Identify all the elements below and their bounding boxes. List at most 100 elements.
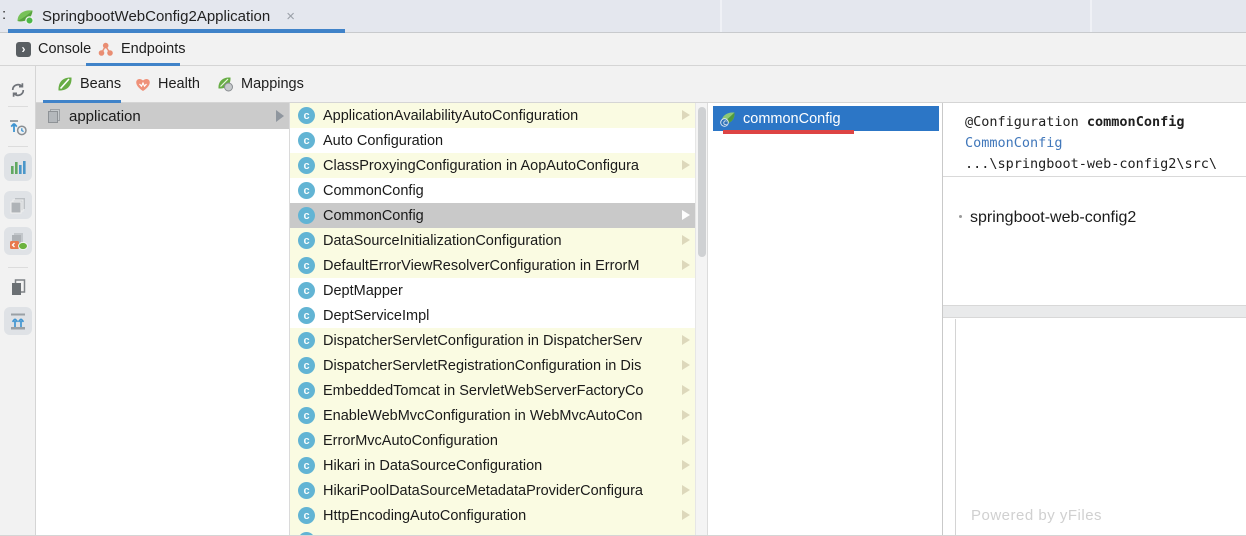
class-icon-with-spring-leaf: c [298,132,315,149]
bean-label: CommonConfig [323,208,424,224]
bean-label: DispatcherServletRegistrationConfigurati… [323,358,641,374]
update-with-timer-icon [8,117,28,137]
bean-label: DefaultErrorViewResolverConfiguration in… [323,258,639,274]
toolbar-separator [8,146,28,147]
run-view-tabs: › Console Endpoints [0,33,1246,66]
console-tab-label: Console [38,41,91,57]
class-icon: c [298,257,315,274]
bean-label: Auto Configuration [323,133,443,149]
tab-endpoints[interactable]: Endpoints [97,33,186,65]
close-icon[interactable]: × [286,8,295,25]
bean-row[interactable]: c CommonConfig [290,178,695,203]
health-heart-icon [135,77,151,92]
tabbar-separator [720,0,722,32]
bean-row[interactable]: c Auto Configuration [290,128,695,153]
chevron-right-icon [682,460,690,470]
expand-to-source-toggle-button[interactable] [4,307,32,335]
class-icon: c [298,482,315,499]
run-tab-title: SpringbootWebConfig2Application [42,8,270,25]
mappings-icon [217,76,234,92]
scrollbar-thumb[interactable] [698,107,706,257]
run-config-tab[interactable]: SpringbootWebConfig2Application × [16,0,295,32]
chevron-right-icon [682,335,690,345]
class-icon: c [298,457,315,474]
endpoint-type-tabs: Beans Health Mappings [36,66,1246,103]
bean-label: ErrorMvcAutoConfiguration [323,433,498,449]
bean-row[interactable]: c ApplicationAvailabilityAutoConfigurati… [290,103,695,128]
class-icon: c [298,182,315,199]
diagram-node-commonconfig[interactable]: c commonConfig [713,106,939,131]
mappings-tab-label: Mappings [241,76,304,92]
bean-row[interactable]: c EmbeddedTomcat in ServletWebServerFact… [290,378,695,403]
chevron-right-icon [682,110,690,120]
svg-text:c: c [723,118,728,127]
show-documents-toggle-button[interactable] [4,191,32,219]
class-icon: c [298,107,315,124]
class-icon: c [298,232,315,249]
stacked-documents-icon [9,196,27,214]
diagram-overview-pane: Powered by yFiles [943,319,1246,536]
update-running-app-button[interactable] [4,113,32,141]
contexts-tree-panel: application [36,103,290,536]
node-label: commonConfig [743,111,841,127]
bean-row[interactable]: c HttpEncodingAutoConfiguration [290,503,695,528]
bean-row[interactable]: c EnableWebMvcConfiguration in WebMvcAut… [290,403,695,428]
chevron-right-icon [682,485,690,495]
beans-diagram-canvas[interactable]: c commonConfig [707,103,942,536]
bean-row[interactable]: c DataSourceInitializationConfiguration [290,228,695,253]
run-toolwindow-tabbar: : SpringbootWebConfig2Application × [0,0,1246,33]
bean-row[interactable]: c DeptServiceImpl [290,303,695,328]
bean-list: c ApplicationAvailabilityAutoConfigurati… [290,103,695,536]
panel-splitter[interactable] [943,305,1246,318]
class-icon: c [298,357,315,374]
application-context-icon [46,108,62,124]
refresh-button[interactable] [4,76,32,104]
chevron-right-icon [682,360,690,370]
console-icon: › [16,42,31,57]
document-button[interactable] [4,273,32,301]
bean-list-scrollbar[interactable] [695,103,707,536]
spring-leaf-icon [57,76,73,92]
toolbar-separator [8,267,28,268]
source-path-text: ...\springboot-web-config2\src\ [965,156,1217,172]
bean-row[interactable]: c DispatcherServletRegistrationConfigura… [290,353,695,378]
health-tab-label: Health [158,76,200,92]
class-icon: c [298,207,315,224]
bean-label: DeptMapper [323,283,403,299]
bean-label: HikariPoolDataSourceMetadataProviderConf… [323,483,643,499]
bean-label: CommonConfig [323,183,424,199]
bar-chart-icon [10,159,26,175]
chevron-right-icon [682,235,690,245]
bean-name-text: commonConfig [1087,114,1185,130]
bean-row-selected[interactable]: c CommonConfig [290,203,695,228]
tab-health[interactable]: Health [135,66,200,102]
bean-row[interactable]: c DeptMapper [290,278,695,303]
bean-row[interactable]: c DefaultErrorViewResolverConfiguration … [290,253,695,278]
bean-row[interactable]: c ClassProxyingConfiguration in AopAutoC… [290,153,695,178]
module-row: springboot-web-config2 [959,209,1136,227]
chevron-right-icon [682,210,690,220]
bean-label: ApplicationAvailabilityAutoConfiguration [323,108,578,124]
node-selection-underline [723,130,854,134]
bean-label: Hikari in DataSourceConfiguration [323,458,542,474]
class-icon: c [298,432,315,449]
statistics-toggle-button[interactable] [4,153,32,181]
class-icon: c [298,307,315,324]
tab-console[interactable]: › Console [16,33,91,65]
bean-row[interactable]: c DispatcherServletConfiguration in Disp… [290,328,695,353]
bean-signature-block: @Configuration commonConfig CommonConfig… [943,103,1246,177]
toolbar-separator [8,106,28,107]
tab-beans[interactable]: Beans [57,66,121,102]
bean-label: EnableWebMvcConfiguration in WebMvcAutoC… [323,408,642,424]
bean-row[interactable]: c Hikari in DataSourceConfiguration [290,453,695,478]
annotation-text: @Configuration [965,114,1087,130]
bean-label: HttpEncodingAutoConfiguration [323,508,526,524]
chevron-right-icon [682,435,690,445]
bean-row[interactable]: c ErrorMvcAutoConfiguration [290,428,695,453]
tab-mappings[interactable]: Mappings [217,66,304,102]
module-name: springboot-web-config2 [970,209,1136,226]
class-name-link[interactable]: CommonConfig [965,135,1063,151]
bean-row[interactable]: c HikariPoolDataSourceMetadataProviderCo… [290,478,695,503]
show-spring-beans-toggle-button[interactable] [4,227,32,255]
tree-item-application[interactable]: application [36,103,289,129]
